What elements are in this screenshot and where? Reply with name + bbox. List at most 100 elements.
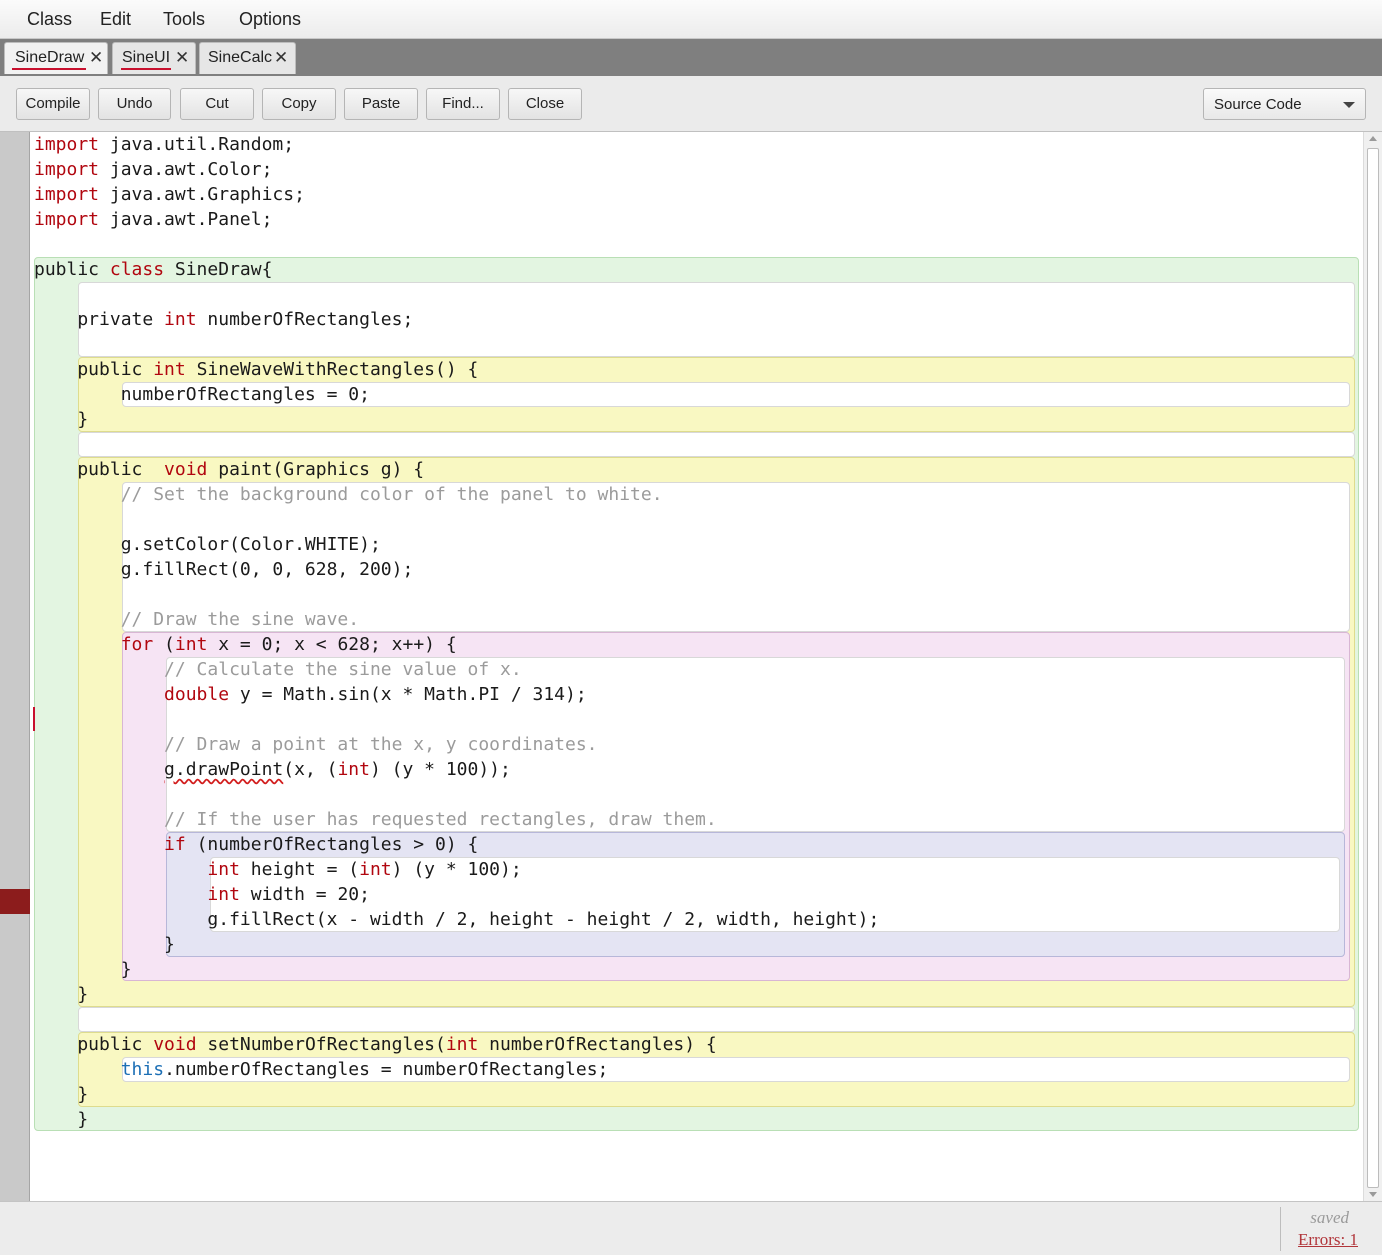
code-text: } [34,409,89,430]
code-line[interactable]: import java.awt.Color; [34,157,272,182]
code-line[interactable]: // Draw the sine wave. [34,607,359,632]
code-line[interactable]: import java.awt.Panel; [34,207,272,232]
code-keyword: import [34,134,100,155]
code-text: public [34,459,165,480]
close-icon[interactable]: ✕ [175,48,189,68]
code-line[interactable]: import java.util.Random; [34,132,294,157]
code-keyword: int [359,859,392,880]
menu-bar: Class Edit Tools Options [0,0,1382,39]
code-text: ) (y * 100)); [369,759,511,780]
code-text: ( [153,634,175,655]
saved-status: saved [1310,1208,1349,1227]
tab-label: SineDraw [15,49,85,66]
code-line[interactable]: public int SineWaveWithRectangles() { [34,357,478,382]
code-comment: // Set the background color of the panel… [34,484,663,505]
code-line[interactable]: import java.awt.Graphics; [34,182,305,207]
code-text: } [34,984,89,1005]
code-keyword: this [120,1059,165,1080]
error-marker[interactable] [0,889,30,914]
code-line[interactable]: private int numberOfRectangles; [34,307,413,332]
tab-sineui[interactable]: SineUI ✕ [112,42,196,74]
code-line[interactable]: this.numberOfRectangles = numberOfRectan… [34,1057,609,1082]
code-text: g.setColor(Color.WHITE); [34,534,381,555]
code-text: } [34,1084,89,1105]
code-keyword: import [34,184,100,205]
code-line[interactable]: // If the user has requested rectangles,… [34,807,717,832]
menu-options[interactable]: Options [239,9,301,30]
copy-button[interactable]: Copy [262,88,336,120]
code-line[interactable]: for (int x = 0; x < 628; x++) { [34,632,457,657]
class-body-scope [78,1007,1355,1032]
code-text: } [34,959,132,980]
tab-error-underline [121,68,171,70]
code-text: SineDraw{ [164,259,273,280]
code-line[interactable]: } [34,1082,88,1107]
code-text: numberOfRectangles) { [478,1034,717,1055]
code-text: y = Math.sin(x * Math.PI / 314); [229,684,587,705]
code-text: ) (y * 100); [391,859,522,880]
code-text: java.util.Random; [99,134,295,155]
code-line[interactable]: numberOfRectangles = 0; [34,382,370,407]
code-text: setNumberOfRectangles( [196,1034,446,1055]
code-keyword: class [109,259,165,280]
code-line[interactable]: // Draw a point at the x, y coordinates. [34,732,598,757]
close-icon[interactable]: ✕ [274,48,288,68]
code-text: java.awt.Color; [99,159,273,180]
code-line[interactable]: } [34,1107,88,1132]
code-line[interactable]: g.setColor(Color.WHITE); [34,532,381,557]
code-line[interactable]: public void setNumberOfRectangles(int nu… [34,1032,717,1057]
code-line[interactable]: g.fillRect(0, 0, 628, 200); [34,557,414,582]
compile-button[interactable]: Compile [16,88,90,120]
code-line[interactable]: } [34,957,132,982]
code-line[interactable]: } [34,982,88,1007]
vertical-scrollbar[interactable] [1363,132,1382,1201]
code-text: width = 20; [239,884,370,905]
code-line[interactable]: int width = 20; [34,882,370,907]
code-line[interactable]: if (numberOfRectangles > 0) { [34,832,478,857]
menu-tools[interactable]: Tools [163,9,205,30]
code-keyword: int [337,759,370,780]
code-line[interactable]: double y = Math.sin(x * Math.PI / 314); [34,682,587,707]
paste-button[interactable]: Paste [344,88,418,120]
code-line[interactable]: } [34,932,175,957]
code-keyword: double [164,684,230,705]
code-line[interactable]: public void paint(Graphics g) { [34,457,424,482]
code-line[interactable]: // Calculate the sine value of x. [34,657,522,682]
scrollbar-thumb[interactable] [1367,148,1379,1188]
code-comment: // Draw the sine wave. [34,609,360,630]
cut-button[interactable]: Cut [180,88,254,120]
close-button[interactable]: Close [508,88,582,120]
code-line[interactable]: int height = (int) (y * 100); [34,857,522,882]
status-divider [1280,1207,1281,1251]
code-line[interactable]: g.fillRect(x - width / 2, height - heigh… [34,907,879,932]
class-body-scope [78,432,1355,457]
code-text: .numberOfRectangles = numberOfRectangles… [164,1059,609,1080]
code-text: java.awt.Panel; [99,209,273,230]
code-line[interactable]: } [34,407,88,432]
code-line[interactable]: g.drawPoint(x, (int) (y * 100)); [34,757,511,782]
errors-link[interactable]: Errors: 1 [1298,1230,1358,1250]
toolbar: Compile Undo Cut Copy Paste Find... Clos… [0,76,1382,132]
tab-sinecalc[interactable]: SineCalc ✕ [199,42,296,74]
find-button[interactable]: Find... [426,88,500,120]
code-text: numberOfRectangles = 0; [34,384,370,405]
code-line[interactable]: // Set the background color of the panel… [34,482,663,507]
scroll-down-icon[interactable] [1369,1192,1377,1197]
code-comment: // If the user has requested rectangles,… [34,809,717,830]
scroll-up-icon[interactable] [1369,136,1377,141]
code-text: numberOfRectangles; [196,309,414,330]
code-text: private [34,309,165,330]
tab-sinedraw[interactable]: SineDraw ✕ [4,42,108,74]
menu-edit[interactable]: Edit [100,9,131,30]
menu-class[interactable]: Class [27,9,72,30]
view-selector[interactable]: Source Code [1203,88,1366,120]
code-line[interactable]: public class SineDraw{ [34,257,272,282]
undo-button[interactable]: Undo [98,88,171,120]
close-icon[interactable]: ✕ [89,48,103,68]
line-gutter[interactable] [0,132,30,1201]
view-selector-label: Source Code [1214,96,1302,113]
code-editor[interactable]: import java.util.Random; import java.awt.… [31,132,1363,1201]
